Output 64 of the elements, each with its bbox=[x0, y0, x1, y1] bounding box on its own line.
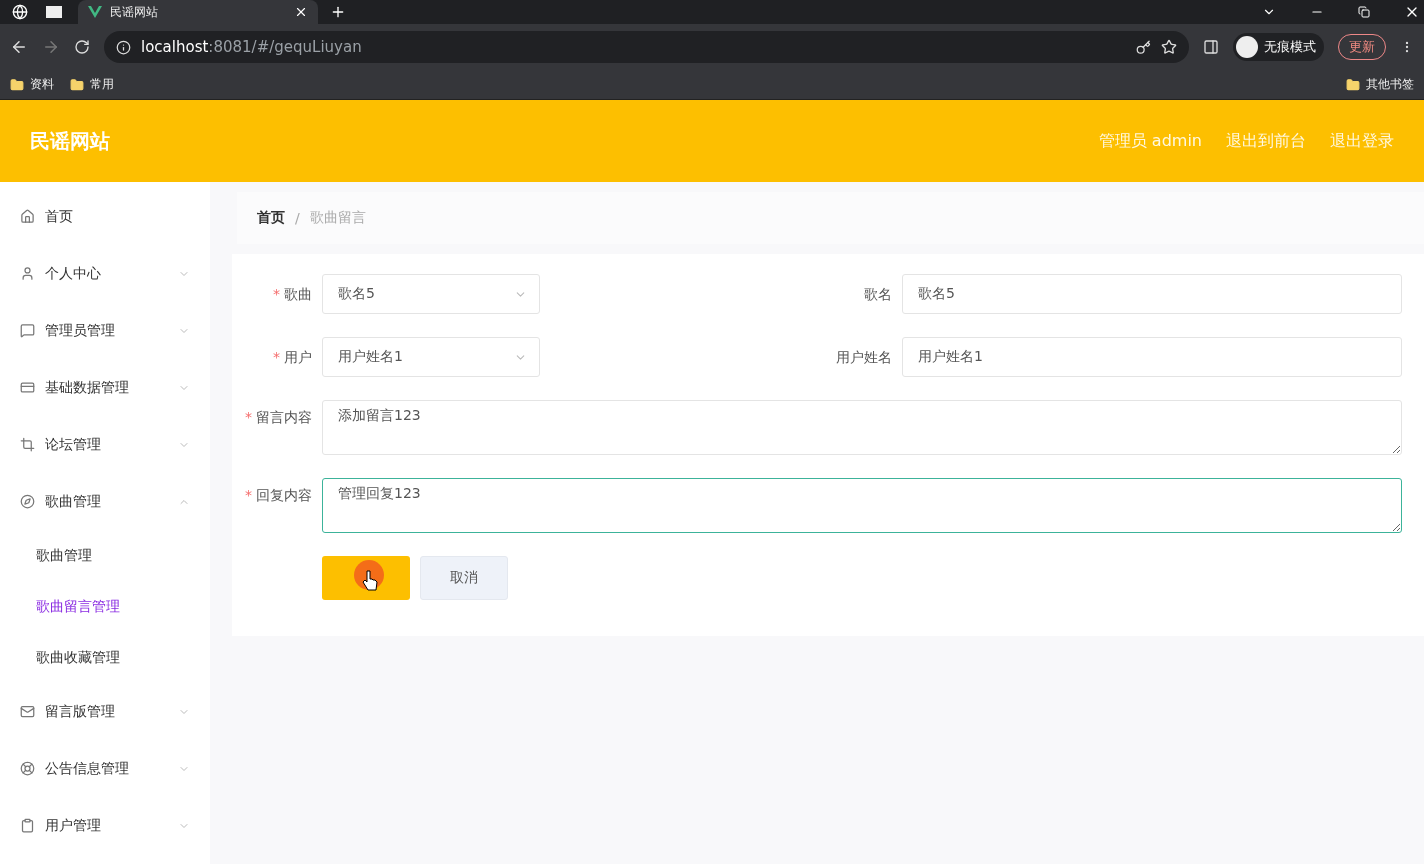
sidebar-item[interactable]: 留言版管理 bbox=[0, 683, 210, 740]
input-field[interactable]: 用户姓名1 bbox=[902, 337, 1402, 377]
cancel-button[interactable]: 取消 bbox=[420, 556, 508, 600]
sidebar-item[interactable]: 管理员管理 bbox=[0, 302, 210, 359]
folder-icon bbox=[10, 77, 24, 92]
textarea-field[interactable]: 添加留言123 bbox=[322, 400, 1402, 455]
address-bar[interactable]: localhost:8081/#/gequLiuyan bbox=[104, 31, 1189, 63]
globe-icon[interactable] bbox=[12, 4, 28, 20]
url-host: localhost bbox=[141, 38, 209, 56]
sidebar-item[interactable]: 个人中心 bbox=[0, 245, 210, 302]
breadcrumb-separator: / bbox=[295, 210, 300, 226]
sidebar-item[interactable]: 用户管理 bbox=[0, 797, 210, 854]
folder-icon bbox=[70, 77, 84, 92]
field-label: 用户姓名 bbox=[835, 348, 893, 367]
sidebar-item[interactable]: 基础数据管理 bbox=[0, 359, 210, 416]
input-field[interactable]: 歌名5 bbox=[902, 274, 1402, 314]
menu-icon bbox=[20, 437, 35, 452]
sidebar-item[interactable]: 首页 bbox=[0, 188, 210, 245]
v-logo-icon bbox=[88, 6, 102, 18]
menu-icon bbox=[20, 818, 35, 833]
field-label: * 用户 bbox=[272, 348, 313, 367]
menu-icon bbox=[20, 266, 35, 281]
side-panel-icon[interactable] bbox=[1203, 39, 1219, 55]
browser-tab[interactable]: 民谣网站 bbox=[78, 0, 318, 24]
submit-button[interactable] bbox=[322, 556, 410, 600]
menu-icon bbox=[20, 209, 35, 224]
star-icon[interactable] bbox=[1161, 39, 1177, 55]
sidebar-item[interactable]: 论坛管理 bbox=[0, 416, 210, 473]
field-label: * 歌曲 bbox=[272, 285, 313, 304]
reload-icon[interactable] bbox=[74, 39, 90, 55]
menu-icon bbox=[20, 380, 35, 395]
menu-icon bbox=[20, 323, 35, 338]
field-label: * 回复内容 bbox=[244, 486, 313, 505]
sidebar-item[interactable]: 公告信息管理 bbox=[0, 740, 210, 797]
pointer-icon bbox=[362, 570, 378, 592]
close-icon[interactable] bbox=[294, 5, 308, 19]
menu-icon bbox=[20, 704, 35, 719]
forward-icon[interactable] bbox=[42, 38, 60, 56]
new-tab-icon[interactable] bbox=[330, 4, 346, 20]
textarea-field[interactable]: 管理回复123 bbox=[322, 478, 1402, 533]
bookmark-link[interactable]: 其他书签 bbox=[1366, 76, 1414, 93]
back-icon[interactable] bbox=[10, 38, 28, 56]
bookmark-link[interactable]: 资料 bbox=[30, 76, 54, 93]
field-label: * 留言内容 bbox=[244, 408, 313, 427]
info-icon[interactable] bbox=[116, 39, 131, 55]
url-path: :8081/#/gequLiuyan bbox=[208, 38, 362, 56]
submenu-item[interactable]: 歌曲管理 bbox=[0, 530, 210, 581]
select-field[interactable]: 歌名5 bbox=[322, 274, 540, 314]
menu-icon bbox=[20, 494, 35, 509]
select-field[interactable]: 用户姓名1 bbox=[322, 337, 540, 377]
tab-title: 民谣网站 bbox=[110, 3, 159, 21]
bookmark-link[interactable]: 常用 bbox=[90, 76, 114, 93]
folder-icon bbox=[1346, 77, 1360, 92]
restore-icon[interactable] bbox=[1358, 6, 1370, 18]
field-label: 歌名 bbox=[863, 285, 893, 304]
breadcrumb-current: 歌曲留言 bbox=[309, 209, 366, 227]
key-icon[interactable] bbox=[1136, 39, 1151, 55]
sidebar-item[interactable]: 歌曲管理 bbox=[0, 473, 210, 530]
menu-icon bbox=[20, 761, 35, 776]
profile-chip[interactable]: 无痕模式 bbox=[1233, 33, 1324, 61]
breadcrumb-link[interactable]: 首页 bbox=[257, 209, 285, 227]
submenu-item[interactable]: 歌曲留言管理 bbox=[0, 581, 210, 632]
site-title: 民谣网站 bbox=[30, 127, 111, 155]
submenu-item[interactable]: 歌曲收藏管理 bbox=[0, 632, 210, 683]
